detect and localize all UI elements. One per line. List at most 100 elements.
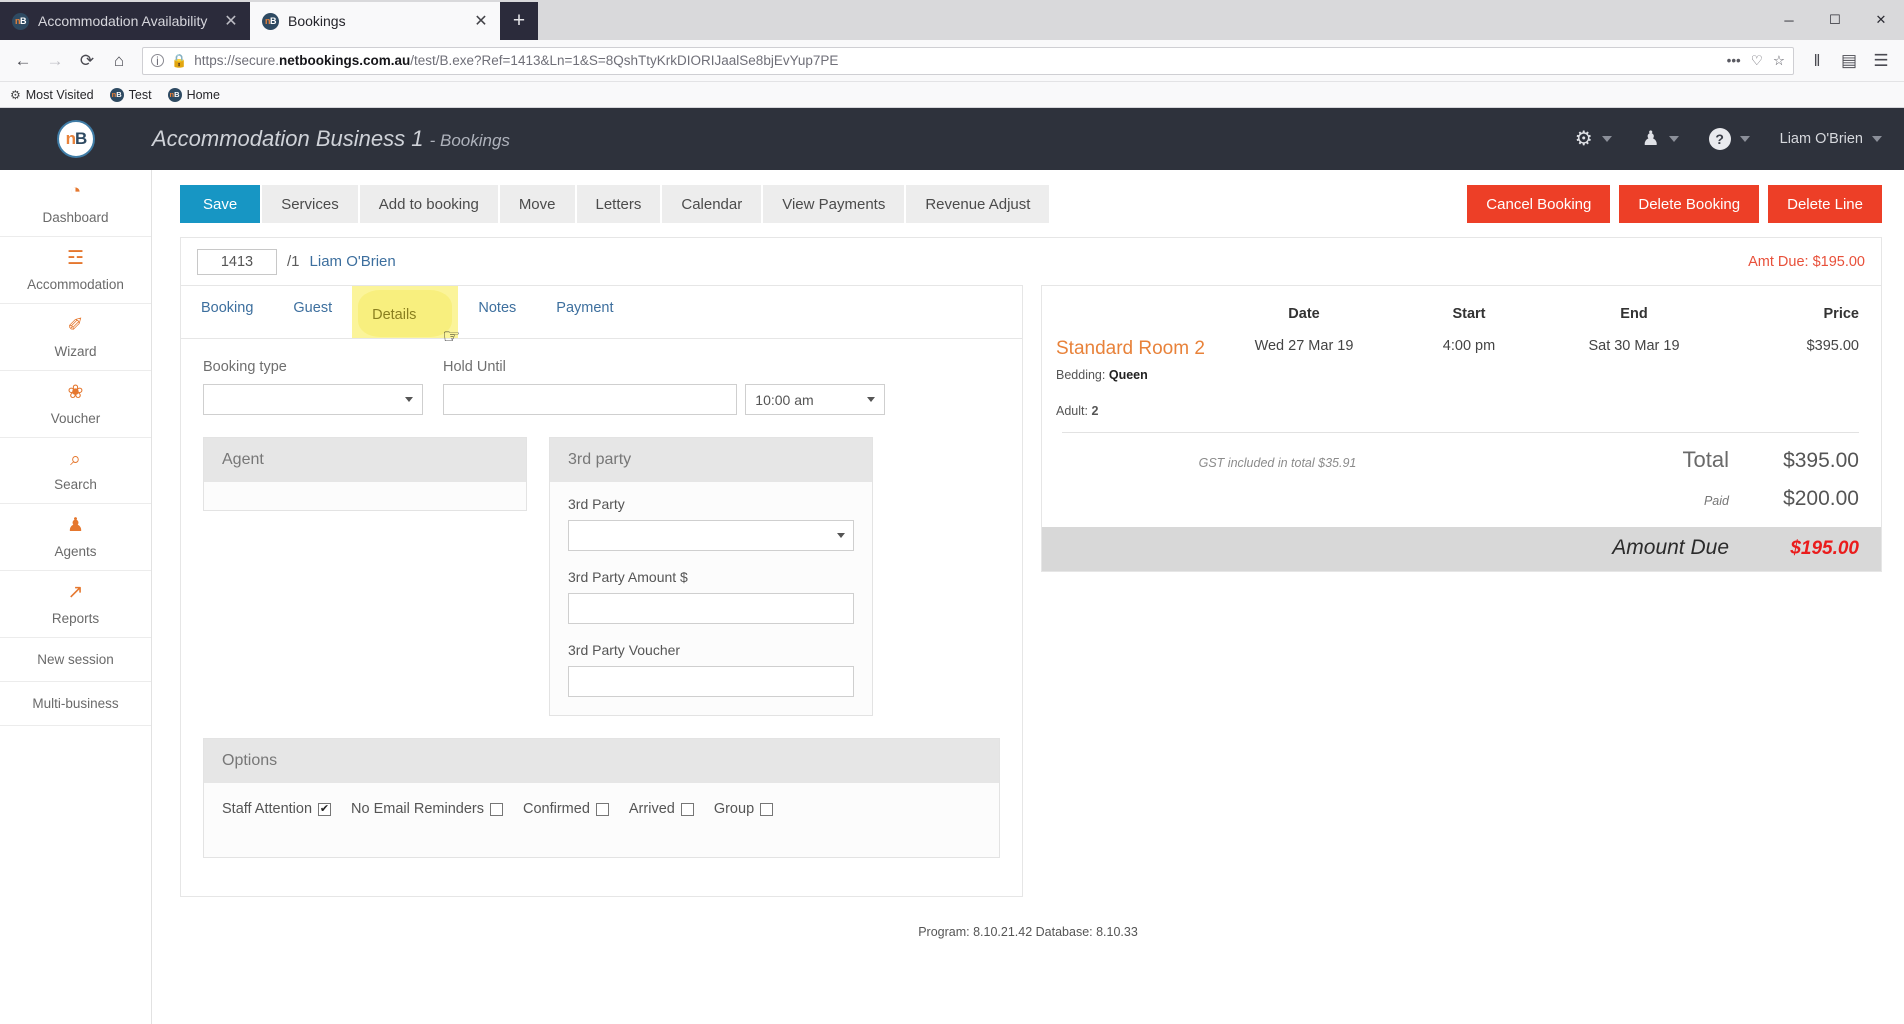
menu-icon[interactable]: ☰ <box>1866 46 1896 76</box>
bookmark-most-visited[interactable]: ⚙ Most Visited <box>10 88 94 102</box>
tab-label: Details <box>372 307 417 323</box>
sidebar-item-label: Multi-business <box>32 696 119 712</box>
calendar-button[interactable]: Calendar <box>662 185 762 223</box>
guest-name-link[interactable]: Liam O'Brien <box>310 253 396 270</box>
booking-type-select[interactable] <box>203 384 423 415</box>
sidebar-item-dashboard[interactable]: ◔ Dashboard <box>0 170 151 237</box>
option-label: Arrived <box>628 801 675 817</box>
address-bar[interactable]: i 🔒 https://secure.netbookings.com.au/te… <box>142 46 1794 75</box>
browser-tab-title: Accommodation Availability <box>38 13 208 29</box>
wand-icon: ✐ <box>67 314 84 336</box>
option-staff-attention[interactable]: Staff Attention ✔ <box>222 801 332 817</box>
browser-tab-0[interactable]: nB Accommodation Availability ✕ <box>0 2 250 40</box>
app-body: ◔ Dashboard ☲ Accommodation ✐ Wizard ❀ V… <box>0 170 1904 1024</box>
gear-icon: ⚙ <box>1574 128 1593 150</box>
save-button[interactable]: Save <box>180 185 261 223</box>
sidebar-item-reports[interactable]: ↗ Reports <box>0 571 151 639</box>
checkbox-staff-attention[interactable]: ✔ <box>318 802 332 816</box>
bookmark-star-icon[interactable]: ☆ <box>1773 53 1785 69</box>
tab-label: Payment <box>556 300 614 316</box>
services-button[interactable]: Services <box>262 185 358 223</box>
minimize-icon[interactable]: ─ <box>1766 0 1812 40</box>
sidebar-item-label: Wizard <box>54 343 97 359</box>
settings-menu[interactable]: ⚙ <box>1575 129 1612 149</box>
tab-label: Guest <box>293 300 333 316</box>
revenue-adjust-button[interactable]: Revenue Adjust <box>906 185 1050 223</box>
view-payments-button[interactable]: View Payments <box>763 185 905 223</box>
library-icon[interactable]: ‖ <box>1802 46 1832 76</box>
tab-details[interactable]: Details ☞ <box>352 286 460 348</box>
chevron-down-icon <box>1739 136 1750 142</box>
tab-notes[interactable]: Notes <box>458 286 536 338</box>
move-button[interactable]: Move <box>499 185 575 223</box>
tab-guest[interactable]: Guest <box>273 286 352 338</box>
gst-note: GST included in total $35.91 <box>1198 456 1357 470</box>
sidebar-item-voucher[interactable]: ❀ Voucher <box>0 371 151 438</box>
footer-version: Program: 8.10.21.42 Database: 8.10.33 <box>918 925 1138 939</box>
sidebar-item-accommodation[interactable]: ☲ Accommodation <box>0 237 151 304</box>
hold-until-time-select[interactable]: 10:00 am <box>745 384 885 415</box>
forward-icon[interactable]: → <box>40 46 70 76</box>
maximize-icon[interactable]: ☐ <box>1812 0 1858 40</box>
page-actions-icon[interactable]: ••• <box>1727 53 1741 68</box>
user-menu[interactable]: Liam O'Brien <box>1780 131 1882 147</box>
checkbox-group[interactable] <box>760 802 774 816</box>
option-arrived[interactable]: Arrived <box>629 801 694 817</box>
checkbox-no-email-reminders[interactable] <box>490 802 503 816</box>
url-bar-actions: ••• ♡ ☆ <box>1727 53 1785 69</box>
window-close-icon[interactable]: ✕ <box>1858 0 1904 40</box>
pocket-icon[interactable]: ♡ <box>1751 53 1763 69</box>
option-no-email-reminders[interactable]: No Email Reminders <box>351 801 503 817</box>
sidebar-item-new-session[interactable]: New session <box>0 638 151 683</box>
option-group[interactable]: Group <box>714 801 774 817</box>
booking-ref-input[interactable]: 1413 <box>197 248 277 275</box>
option-label: Staff Attention <box>222 801 313 817</box>
letters-button[interactable]: Letters <box>576 185 661 223</box>
hold-until-date-input[interactable] <box>443 384 738 415</box>
third-party-voucher-input[interactable] <box>568 666 854 697</box>
netbookings-logo-icon[interactable]: nB <box>57 120 95 158</box>
bed-icon: ☲ <box>66 247 85 269</box>
room-name[interactable]: Standard Room 2 <box>1056 338 1209 360</box>
third-party-select[interactable] <box>568 520 854 551</box>
site-info-icon[interactable]: i <box>151 54 164 67</box>
dashboard-icon: ◔ <box>69 181 82 202</box>
tab-booking[interactable]: Booking <box>181 286 273 338</box>
checkbox-confirmed[interactable] <box>595 802 609 816</box>
main-content: Save Services Add to booking Move Letter… <box>152 170 1904 1024</box>
third-party-amount-input[interactable] <box>568 593 854 624</box>
delete-booking-button[interactable]: Delete Booking <box>1619 185 1760 223</box>
sidebar-item-multi-business[interactable]: Multi-business <box>0 682 151 727</box>
sidebar-item-label: Dashboard <box>42 209 109 225</box>
section-name: - Bookings <box>429 131 510 150</box>
sidebar-item-search[interactable]: ⌕ Search <box>0 438 151 505</box>
checkbox-arrived[interactable] <box>680 802 694 816</box>
home-icon[interactable]: ⌂ <box>104 46 134 76</box>
bookmark-home[interactable]: nB Home <box>167 87 220 102</box>
sidebar-item-agents[interactable]: ♟ Agents <box>0 504 151 572</box>
reload-icon[interactable]: ⟳ <box>72 46 102 76</box>
bookmark-test[interactable]: nB Test <box>109 87 152 102</box>
details-form-row: Booking type Hold Until 10:00 am <box>181 339 1022 415</box>
back-icon[interactable]: ← <box>8 46 38 76</box>
window-controls: ─ ☐ ✕ <box>1766 0 1904 40</box>
close-icon[interactable]: ✕ <box>222 11 240 31</box>
new-tab-button[interactable]: + <box>500 2 538 40</box>
option-confirmed[interactable]: Confirmed <box>523 801 609 817</box>
add-to-booking-button[interactable]: Add to booking <box>359 185 498 223</box>
sidebar-icon[interactable]: ▤ <box>1834 46 1864 76</box>
agent-card-title: Agent <box>204 438 526 482</box>
browser-tab-1[interactable]: nB Bookings ✕ <box>250 2 500 40</box>
chevron-down-icon <box>1872 136 1882 142</box>
account-menu[interactable]: ♟ <box>1642 129 1679 149</box>
chevron-down-icon <box>837 533 845 538</box>
tab-payment[interactable]: Payment <box>536 286 633 338</box>
sidebar-item-wizard[interactable]: ✐ Wizard <box>0 304 151 371</box>
close-icon[interactable]: ✕ <box>472 11 490 31</box>
options-card: Options Staff Attention ✔ No Email Remin… <box>203 738 1000 858</box>
bookmarks-bar: ⚙ Most Visited nB Test nB Home <box>0 82 1904 108</box>
table-row[interactable]: Standard Room 2 Bedding: Queen Adult: 2 … <box>1056 324 1859 418</box>
cancel-booking-button[interactable]: Cancel Booking <box>1467 185 1611 223</box>
delete-line-button[interactable]: Delete Line <box>1768 185 1882 223</box>
help-menu[interactable]: ? <box>1708 128 1750 150</box>
